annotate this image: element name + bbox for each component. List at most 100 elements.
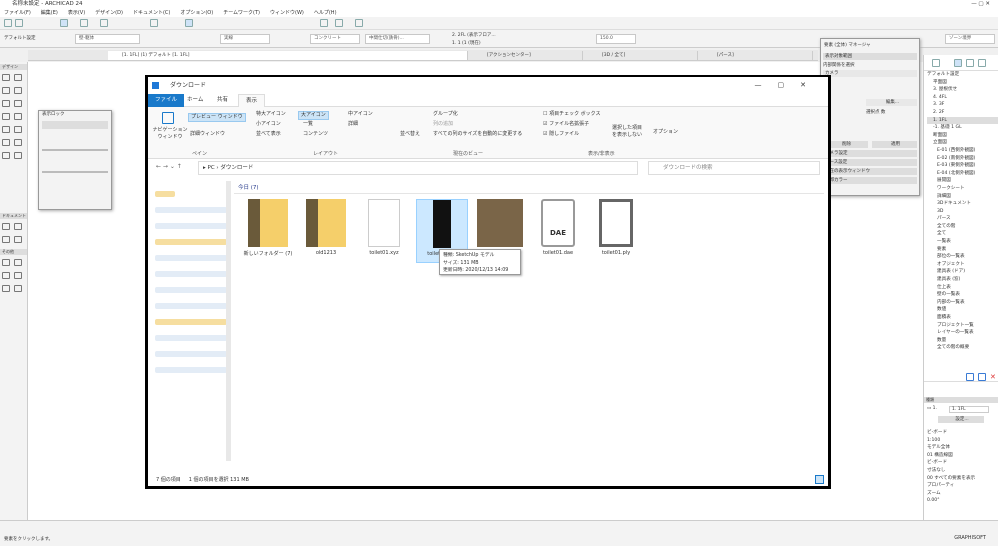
dimension-tool-icon[interactable] bbox=[2, 223, 10, 230]
window-controls[interactable]: — ▢ ✕ bbox=[971, 0, 990, 9]
navigator-item[interactable]: 仕上表 bbox=[927, 284, 998, 292]
large-icons-view-icon[interactable] bbox=[815, 475, 824, 484]
menu-window[interactable]: ウィンドウ(W) bbox=[270, 9, 304, 17]
sort-button[interactable]: 並べ替え bbox=[400, 131, 420, 138]
menu-document[interactable]: ドキュメント(C) bbox=[133, 9, 170, 17]
project-map-icon[interactable] bbox=[932, 59, 940, 67]
figure-tool-icon[interactable] bbox=[14, 285, 22, 292]
redo-icon[interactable] bbox=[15, 19, 23, 27]
layout-medium[interactable]: 中アイコン bbox=[348, 111, 373, 118]
arrow-tool-icon[interactable] bbox=[60, 19, 68, 27]
breadcrumb-pc[interactable]: PC bbox=[208, 165, 215, 171]
navigator-item[interactable]: E-01 (西側外観図) bbox=[927, 147, 998, 155]
view-icon[interactable] bbox=[335, 19, 343, 27]
file-item[interactable]: toilet01.ply bbox=[590, 199, 642, 263]
toolbox-document-header[interactable]: ドキュメント bbox=[0, 213, 27, 219]
tab-perspective[interactable]: [パース] bbox=[703, 51, 813, 60]
item-checkbox-toggle[interactable]: ☐ 項目チェック ボックス bbox=[543, 111, 601, 118]
save-view-icon[interactable] bbox=[966, 373, 974, 381]
material-dropdown[interactable]: コンクリート bbox=[310, 34, 360, 44]
nav-pane-button[interactable]: ナビゲーション ウィンドウ bbox=[152, 127, 188, 141]
camera-dropdown[interactable]: カメラ bbox=[823, 70, 917, 77]
beam-tool-icon[interactable] bbox=[2, 87, 10, 94]
navigator-item[interactable]: 2. 2F bbox=[927, 109, 998, 117]
polyline-tool-icon[interactable] bbox=[2, 272, 10, 279]
palette-dropdown[interactable] bbox=[42, 121, 108, 129]
navigator-item[interactable]: 3. 屋根伏せ bbox=[927, 86, 998, 94]
navigator-item[interactable]: オブジェクト bbox=[927, 261, 998, 269]
navigator-item[interactable]: デフォルト設定 bbox=[927, 71, 998, 79]
toolbox-design-header[interactable]: デザイン bbox=[0, 64, 27, 70]
property-row[interactable]: 00 すべての要素を表示 bbox=[927, 475, 998, 483]
layout-large[interactable]: 大アイコン bbox=[298, 111, 329, 120]
organizer-row[interactable]: パース設定 bbox=[823, 159, 917, 166]
zone-tool-icon[interactable] bbox=[14, 126, 22, 133]
menu-options[interactable]: オプション(O) bbox=[180, 9, 213, 17]
hidden-files-toggle[interactable]: ☑ 隠しファイル bbox=[543, 131, 579, 138]
delete-icon[interactable]: ✕ bbox=[990, 373, 996, 381]
tab-3d[interactable]: [3D / 全て] bbox=[588, 51, 698, 60]
details-pane-button[interactable]: 詳細ウィンドウ bbox=[190, 131, 225, 138]
property-row[interactable]: 1:100 bbox=[927, 437, 998, 445]
group-header[interactable]: 今日 (7) bbox=[234, 181, 824, 194]
text-tool-icon[interactable] bbox=[14, 223, 22, 230]
file-item[interactable]: DAE toilet01.dae bbox=[532, 199, 584, 263]
navigator-item[interactable]: 3. 3F bbox=[927, 101, 998, 109]
navigator-item[interactable]: パース bbox=[927, 215, 998, 223]
marquee-icon[interactable] bbox=[80, 19, 88, 27]
window-tool-icon[interactable] bbox=[14, 100, 22, 107]
menu-view[interactable]: 表示(V) bbox=[68, 9, 85, 17]
layout-list[interactable]: 一覧 bbox=[303, 121, 313, 128]
navigator-item[interactable]: 3Dドキュメント bbox=[927, 200, 998, 208]
organizer-row[interactable]: カメラ設定 bbox=[823, 150, 917, 157]
spline-tool-icon[interactable] bbox=[14, 272, 22, 279]
label-tool-icon[interactable] bbox=[2, 236, 10, 243]
menu-help[interactable]: ヘルプ(H) bbox=[314, 9, 337, 17]
navigator-item[interactable]: 全ての階 bbox=[927, 223, 998, 231]
navigator-item[interactable]: 詳細図 bbox=[927, 193, 998, 201]
breadcrumb-downloads[interactable]: ダウンロード bbox=[220, 165, 253, 171]
tab-view[interactable]: 表示 bbox=[238, 94, 266, 107]
file-item[interactable]: toilet01.xyz bbox=[358, 199, 410, 263]
column-tool-icon[interactable] bbox=[14, 74, 22, 81]
organizer-row[interactable]: 現在の表示ウィンドウ bbox=[823, 168, 917, 175]
navigator-item[interactable]: 展開図 bbox=[927, 177, 998, 185]
toolbox-more-header[interactable]: その他 bbox=[0, 249, 27, 255]
settings-icon[interactable] bbox=[978, 373, 986, 381]
menu-edit[interactable]: 編集(E) bbox=[41, 9, 58, 17]
slab-tool-icon[interactable] bbox=[14, 87, 22, 94]
navigator-item[interactable]: 面積表 bbox=[927, 314, 998, 322]
palette-slider-2[interactable] bbox=[42, 171, 108, 173]
edit-button[interactable]: 編集... bbox=[866, 99, 917, 106]
navigator-item[interactable]: 数量 bbox=[927, 337, 998, 345]
property-row[interactable]: 寸法なし bbox=[927, 467, 998, 475]
palette-slider[interactable] bbox=[42, 149, 108, 151]
navigator-item[interactable]: 立面図 bbox=[927, 139, 998, 147]
select-icon[interactable] bbox=[150, 19, 158, 27]
tab-action-center[interactable]: [アクションセンター] bbox=[473, 51, 583, 60]
apply-button[interactable]: 適用 bbox=[872, 141, 917, 148]
navigator-item[interactable]: 断面図 bbox=[927, 132, 998, 140]
railing-tool-icon[interactable] bbox=[2, 126, 10, 133]
nav-buttons[interactable]: ← → ⌄ ↑ bbox=[156, 163, 182, 170]
properties-name-field[interactable]: 1. 1FL bbox=[948, 406, 989, 413]
organizer-section[interactable]: 表示対象範囲 bbox=[823, 53, 917, 60]
navigator-item[interactable]: 数値 bbox=[927, 306, 998, 314]
object-tool-icon[interactable] bbox=[2, 139, 10, 146]
view-map-icon[interactable] bbox=[954, 59, 962, 67]
address-bar[interactable]: ▸ PC › ダウンロード bbox=[198, 161, 638, 175]
grid-icon[interactable] bbox=[355, 19, 363, 27]
stair-tool-icon[interactable] bbox=[14, 113, 22, 120]
navigator-item[interactable]: 1. 1FL bbox=[927, 116, 998, 125]
fit-columns-button[interactable]: すべての列のサイズを自動的に変更する bbox=[433, 131, 522, 138]
navigator-item[interactable]: E-04 (北側外観図) bbox=[927, 170, 998, 178]
layout-small[interactable]: 小アイコン bbox=[256, 121, 281, 128]
layout-extra-large[interactable]: 特大アイコン bbox=[256, 111, 286, 118]
layer-dropdown[interactable]: 壁-躯体 bbox=[75, 34, 140, 44]
file-item[interactable]: 新しいフォルダー (7) bbox=[242, 199, 294, 263]
hide-selected-button[interactable]: 選択した項目を表示しない bbox=[610, 125, 644, 139]
layer-icon[interactable] bbox=[185, 19, 193, 27]
thickness-field[interactable]: 150.0 bbox=[596, 34, 636, 44]
group-by-button[interactable]: グループ化 bbox=[433, 111, 458, 118]
property-row[interactable]: モデル全体 bbox=[927, 444, 998, 452]
